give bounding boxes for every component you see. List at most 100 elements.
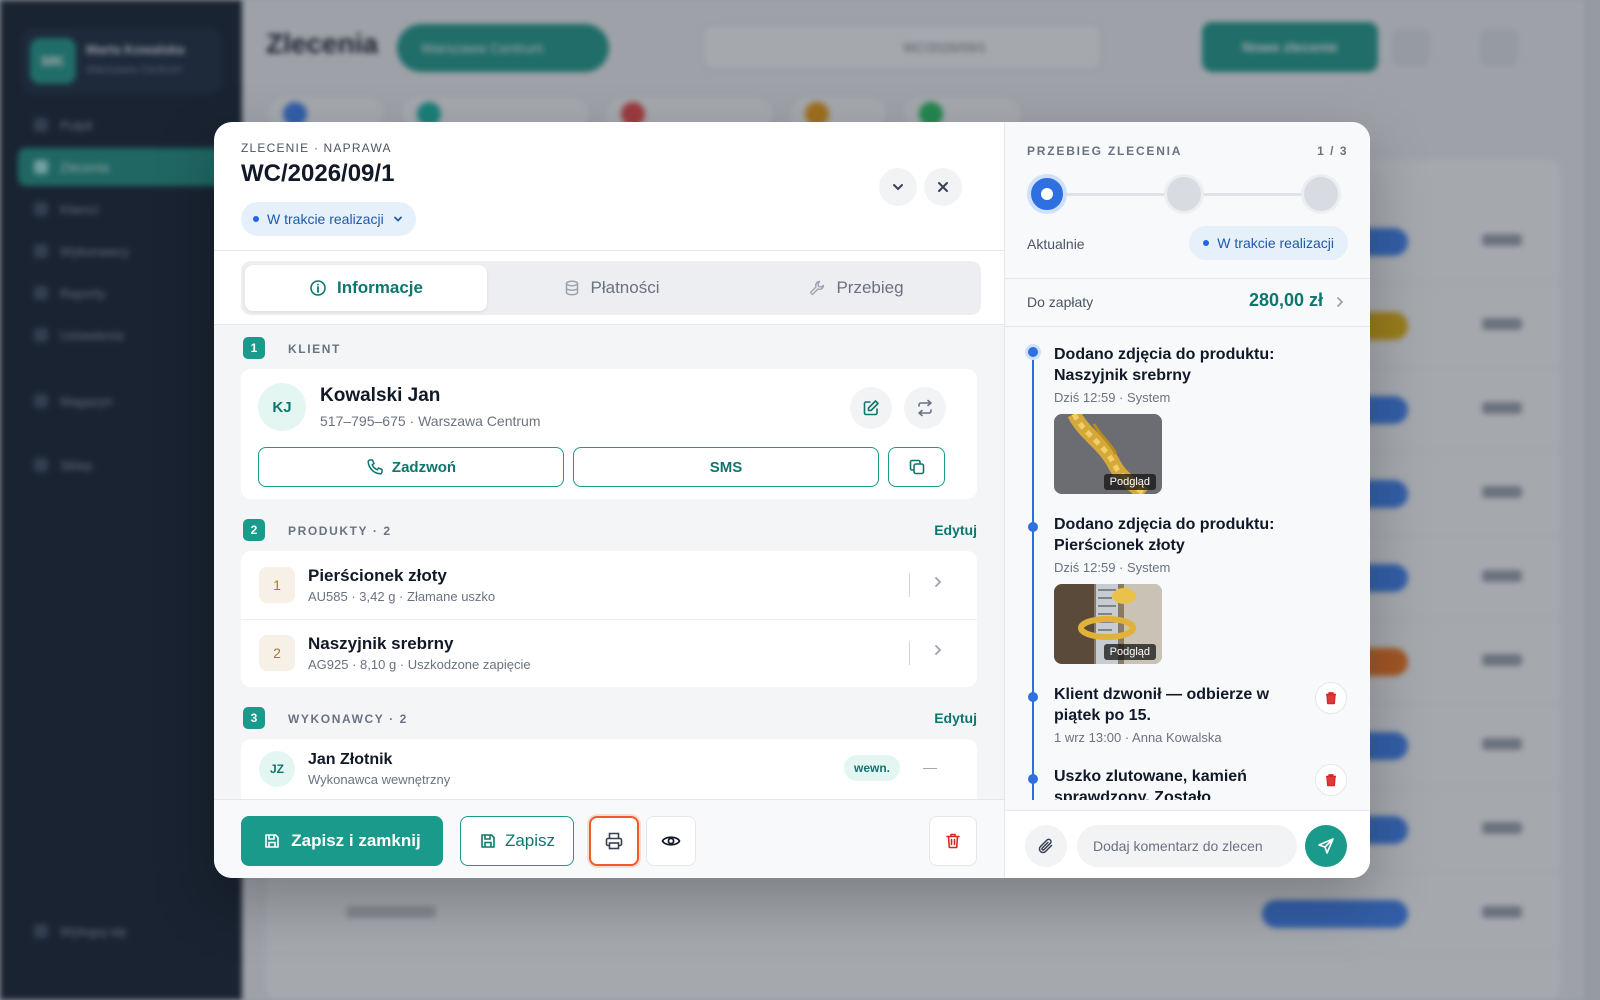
status-dot-icon — [253, 216, 259, 222]
client-contact: 517–795–675 · Warszawa Centrum — [320, 413, 541, 429]
status-dot-icon — [1203, 240, 1210, 246]
contractor-tag: wewn. — [844, 755, 901, 781]
copy-icon — [909, 459, 924, 475]
step-counter: 1 / 3 — [1317, 144, 1348, 158]
preview-button[interactable] — [646, 816, 696, 866]
button-label: Zapisz i zamknij — [291, 831, 421, 850]
product-index: 2 — [259, 635, 295, 671]
status-label: W trakcie realizacji — [1217, 235, 1334, 251]
product-meta: AU585 · 3,42 g · Złamane uszko — [308, 589, 496, 604]
section-label-produkty: PRODUKTY · 2 — [288, 524, 392, 538]
preview-badge: Podgląd — [1103, 644, 1156, 660]
button-label: Zapisz — [504, 831, 556, 850]
section-number: 2 — [243, 519, 265, 541]
chevron-right-icon[interactable] — [931, 575, 945, 589]
step-1[interactable] — [1027, 174, 1067, 214]
attach-button[interactable] — [1025, 825, 1067, 867]
contractor-dash: — — [923, 759, 937, 775]
timeline-dot — [1028, 692, 1038, 702]
chevron-right-icon[interactable] — [931, 643, 945, 657]
product-name: Pierścionek złoty — [308, 566, 447, 585]
avatar: JZ — [259, 751, 295, 787]
tab-przebieg[interactable]: Przebieg — [735, 265, 977, 311]
print-button[interactable] — [589, 816, 639, 866]
contractor-type: Wykonawca wewnętrzny — [308, 772, 451, 787]
avatar: KJ — [258, 383, 306, 431]
swap-icon — [918, 399, 932, 417]
change-client-button[interactable] — [904, 387, 946, 429]
event-meta: Dziś 12:59 · System — [1054, 560, 1171, 575]
product-index: 1 — [259, 567, 295, 603]
photo-thumbnail[interactable]: Podgląd — [1054, 414, 1162, 494]
event-meta: 1 wrz 13:00 · Anna Kowalska — [1054, 730, 1222, 745]
list-item[interactable]: 1 Pierścionek złoty AU585 · 3,42 g · Zła… — [241, 551, 977, 619]
collapse-button[interactable] — [879, 168, 917, 206]
contractors-card: JZ Jan Złotnik Wykonawca wewnętrzny wewn… — [241, 739, 977, 800]
trash-icon — [1326, 692, 1336, 705]
edit-client-button[interactable] — [850, 387, 892, 429]
order-kicker: ZLECENIE · NAPRAWA — [241, 141, 392, 155]
order-progress-panel: PRZEBIEG ZLECENIA 1 / 3 Aktualnie W trak… — [1004, 122, 1370, 878]
status-badge: W trakcie realizacji — [1189, 226, 1348, 260]
order-number: WC/2026/09/1 — [241, 160, 395, 187]
section-number: 3 — [243, 707, 265, 729]
event-title: Dodano zdjęcia do produktu: Naszyjnik sr… — [1054, 346, 1275, 384]
tab-content-informacje: 1 KLIENT KJ Kowalski Jan 517–795–675 · W… — [214, 324, 1004, 800]
event-title: Dodano zdjęcia do produktu: Pierścionek … — [1054, 516, 1275, 554]
copy-button[interactable] — [888, 447, 945, 487]
send-comment-button[interactable] — [1305, 825, 1347, 867]
step-2[interactable] — [1164, 174, 1204, 214]
close-icon — [938, 182, 948, 192]
tab-informacje[interactable]: Informacje — [245, 265, 487, 311]
step-3[interactable] — [1301, 174, 1341, 214]
divider — [1005, 326, 1370, 327]
eye-icon — [661, 836, 681, 846]
call-button[interactable]: Zadzwoń — [258, 447, 564, 487]
status-label: W trakcie realizacji — [267, 211, 384, 227]
order-details-pane: ZLECENIE · NAPRAWA WC/2026/09/1 W trakci… — [214, 122, 1004, 878]
timeline-dot — [1028, 774, 1038, 784]
divider — [909, 641, 910, 665]
event-meta: Dziś 12:59 · System — [1054, 390, 1171, 405]
list-item[interactable]: 2 Naszyjnik srebrny AG925 · 8,10 g · Usz… — [241, 619, 977, 687]
payment-summary-row[interactable]: Do zapłaty 280,00 zł — [1005, 278, 1370, 326]
comment-input[interactable] — [1077, 825, 1297, 867]
save-button[interactable]: Zapisz — [460, 816, 574, 866]
divider — [909, 573, 910, 597]
payment-amount: 280,00 zł — [1248, 290, 1323, 310]
delete-order-button[interactable] — [929, 816, 977, 866]
info-icon — [310, 280, 326, 296]
tab-platnosci[interactable]: Płatności — [490, 265, 732, 311]
chevron-down-icon — [893, 184, 903, 191]
send-icon — [1318, 838, 1334, 854]
product-meta: AG925 · 8,10 g · Uszkodzone zapięcie — [308, 657, 531, 672]
delete-comment-button[interactable] — [1315, 682, 1347, 714]
comment-bar — [1005, 810, 1370, 878]
photo-thumbnail[interactable]: Podgląd — [1054, 584, 1162, 664]
order-modal: ZLECENIE · NAPRAWA WC/2026/09/1 W trakci… — [214, 122, 1370, 878]
close-button[interactable] — [924, 168, 962, 206]
preview-badge: Podgląd — [1103, 474, 1156, 490]
tab-label: Informacje — [337, 278, 423, 297]
section-number: 1 — [243, 337, 265, 359]
tab-label: Przebieg — [836, 278, 904, 297]
sms-button[interactable]: SMS — [573, 447, 879, 487]
status-dropdown[interactable]: W trakcie realizacji — [241, 202, 416, 236]
edit-icon — [863, 400, 879, 416]
timeline-dot — [1025, 344, 1041, 360]
progress-stepper — [1027, 174, 1341, 214]
product-name: Naszyjnik srebrny — [308, 634, 454, 653]
current-label: Aktualnie — [1027, 236, 1085, 252]
payment-label: Do zapłaty — [1027, 294, 1094, 310]
modal-footer: Zapisz i zamknij Zapisz — [214, 799, 1004, 878]
save-icon — [481, 834, 495, 848]
save-and-close-button[interactable]: Zapisz i zamknij — [241, 816, 443, 866]
panel-kicker: PRZEBIEG ZLECENIA — [1027, 144, 1183, 158]
edit-contractors-link[interactable]: Edytuj — [934, 710, 977, 726]
chevron-right-icon — [1337, 297, 1344, 307]
phone-icon — [367, 459, 383, 475]
database-icon — [565, 280, 578, 296]
delete-comment-button[interactable] — [1315, 764, 1347, 796]
save-icon — [265, 834, 280, 848]
edit-products-link[interactable]: Edytuj — [934, 522, 977, 538]
